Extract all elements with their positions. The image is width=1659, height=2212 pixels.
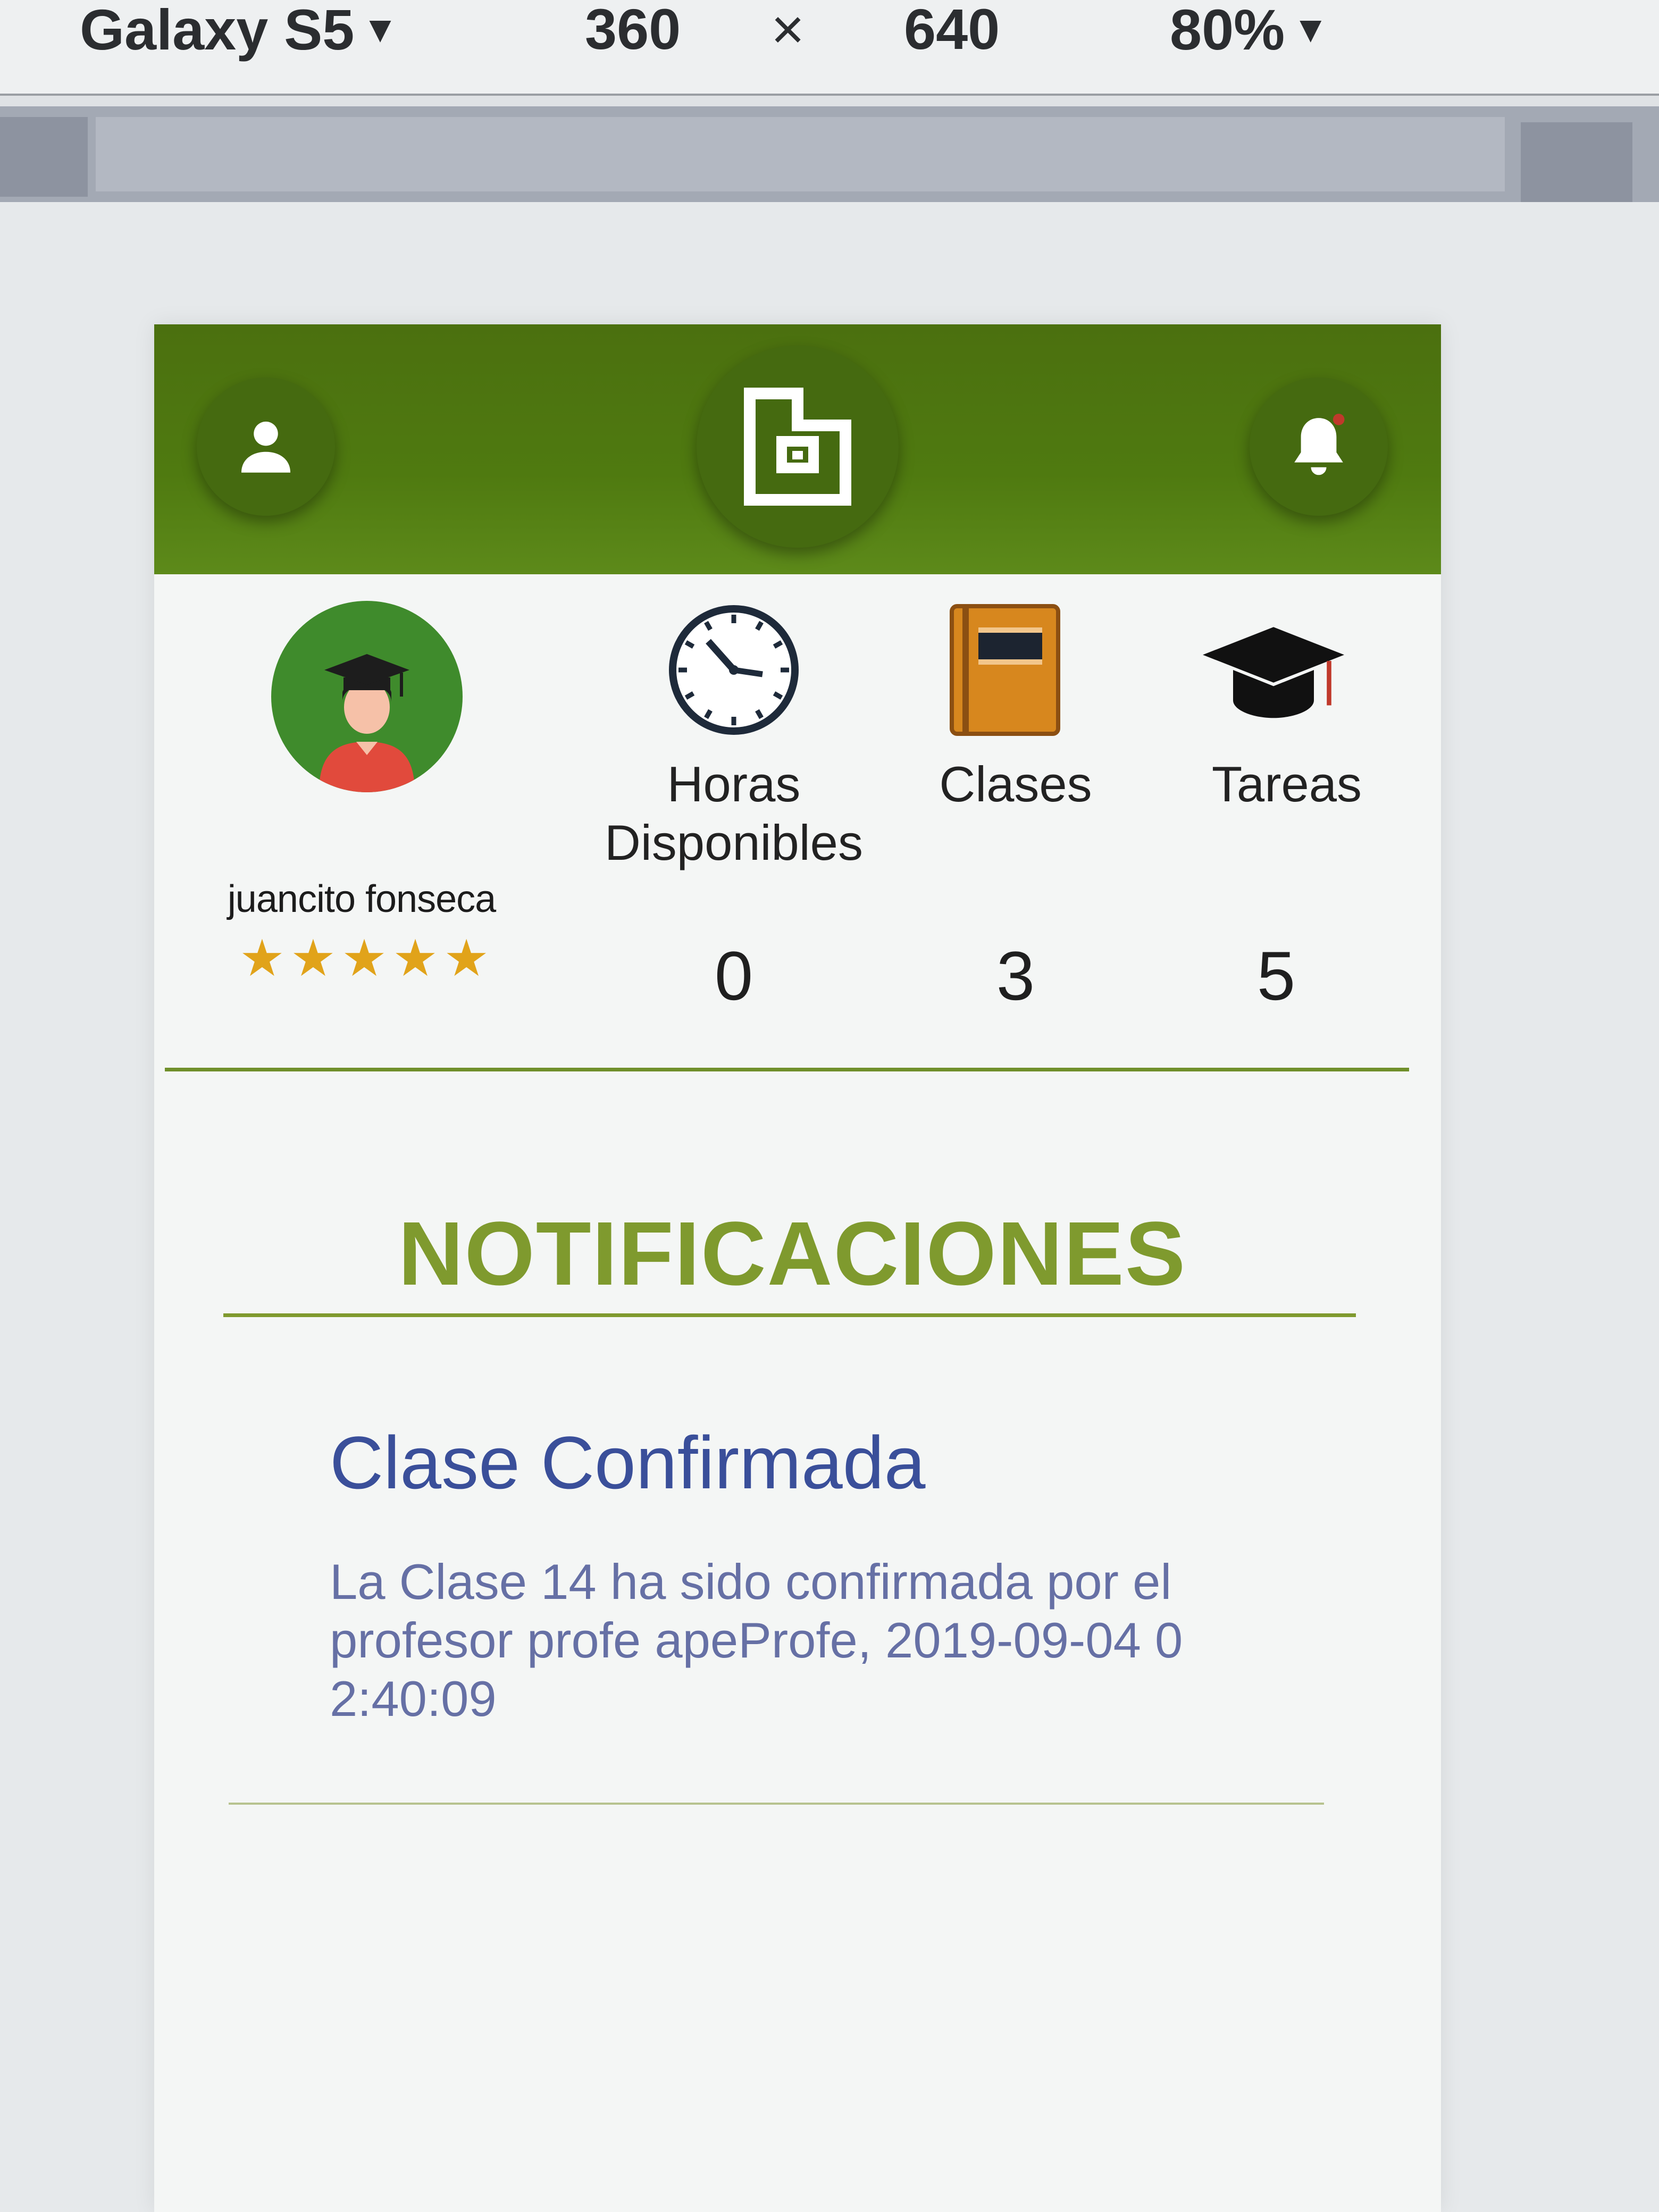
profile-button[interactable] — [197, 378, 335, 516]
avatar — [271, 601, 463, 792]
frame-strip-bar — [96, 117, 1505, 191]
app-logo-icon — [744, 388, 851, 506]
star-icon: ★ — [239, 930, 285, 987]
horas-count: 0 — [714, 937, 753, 1015]
app-header — [154, 324, 1441, 574]
zoom-caret-icon: ▼ — [1292, 9, 1329, 50]
rating-stars: ★ ★ ★ ★ ★ — [231, 933, 497, 984]
frame-strip-left — [0, 117, 88, 197]
section-divider — [165, 1068, 1409, 1071]
notification-dot — [1333, 414, 1345, 425]
user-icon — [241, 421, 291, 473]
notification-title[interactable]: Clase Confirmada — [330, 1420, 1287, 1506]
horas-label: Horas Disponibles — [605, 756, 863, 870]
device-caret-icon: ▼ — [362, 9, 399, 50]
bell-icon — [1294, 414, 1345, 475]
notifications-heading-underline — [223, 1313, 1356, 1317]
star-icon: ★ — [392, 930, 439, 987]
frame-strip-right — [1521, 122, 1632, 213]
clock-icon[interactable] — [665, 601, 803, 739]
notification-body: La Clase 14 ha sido confirmada por el pr… — [330, 1554, 1183, 1727]
home-logo-button[interactable] — [697, 346, 899, 548]
star-icon: ★ — [443, 930, 490, 987]
star-icon: ★ — [290, 930, 336, 987]
width-field[interactable]: 360 — [585, 0, 681, 64]
user-name: juancito fonseca — [227, 878, 496, 920]
notifications-button[interactable] — [1250, 378, 1388, 516]
device-toolbar: Galaxy S5 ▼ 360 × 640 80% ▼ — [0, 0, 1659, 96]
height-field[interactable]: 640 — [904, 0, 1000, 64]
dimension-separator: × — [771, 0, 805, 61]
device-name: Galaxy S5 — [80, 0, 355, 62]
tareas-label: Tareas — [1211, 756, 1362, 812]
student-avatar-icon — [319, 654, 415, 792]
tareas-count: 5 — [1256, 937, 1296, 1015]
clases-label: Clases — [939, 756, 1092, 812]
clases-count: 3 — [996, 937, 1035, 1015]
device-select[interactable]: Galaxy S5 ▼ — [80, 0, 399, 64]
zoom-select[interactable]: 80% ▼ — [1170, 0, 1329, 64]
app-screen: juancito fonseca ★ ★ ★ ★ ★ Horas Disponi… — [154, 324, 1441, 2212]
notification-divider — [229, 1803, 1324, 1805]
star-icon: ★ — [341, 930, 388, 987]
book-icon[interactable] — [946, 601, 1063, 739]
graduation-cap-icon[interactable] — [1196, 619, 1351, 720]
zoom-value: 80% — [1170, 0, 1285, 62]
notifications-heading: NOTIFICACIONES — [398, 1203, 1187, 1304]
